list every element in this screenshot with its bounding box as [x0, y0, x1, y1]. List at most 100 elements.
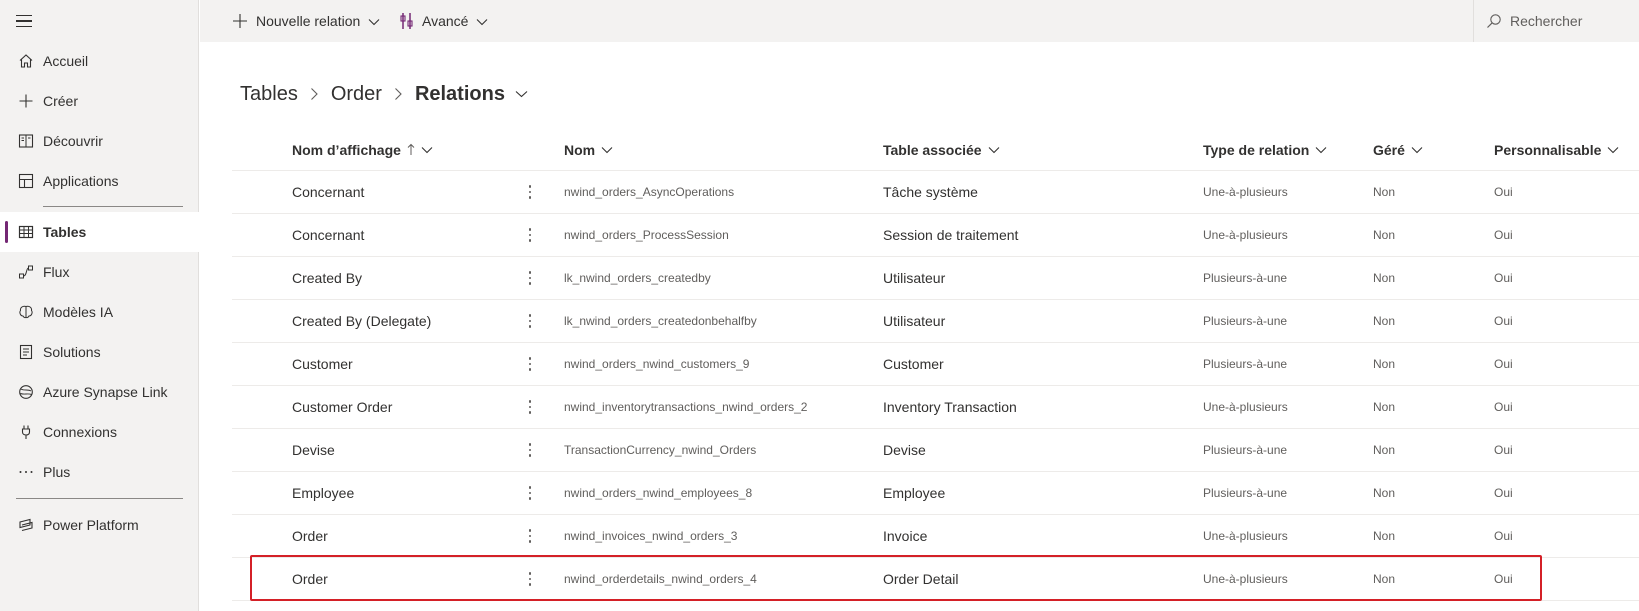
column-label: Nom — [564, 141, 596, 158]
sidebar-item-tables[interactable]: Tables — [0, 212, 199, 252]
relation-type: Une-à-plusieurs — [1203, 572, 1288, 586]
chevron-down-icon[interactable] — [515, 90, 528, 98]
hamburger-menu-icon[interactable] — [16, 12, 36, 30]
more-options-icon[interactable] — [522, 214, 538, 256]
sidebar-item-applications[interactable]: Applications — [0, 161, 199, 201]
relation-type: Plusieurs-à-une — [1203, 486, 1288, 500]
related-table: Session de traitement — [883, 227, 1019, 243]
synapse-icon — [17, 383, 35, 401]
sidebar-item-label: Accueil — [43, 53, 89, 69]
sidebar-item-modeles-ia[interactable]: Modèles IA — [0, 292, 199, 332]
search-box[interactable] — [1473, 0, 1639, 42]
column-label: Personnalisable — [1494, 141, 1602, 158]
managed-value: Non — [1373, 572, 1396, 586]
advanced-button[interactable]: Avancé — [400, 0, 488, 42]
more-options-icon[interactable] — [522, 558, 538, 600]
table-row[interactable]: Created By (Delegate) lk_nwind_orders_cr… — [232, 300, 1639, 343]
sidebar-item-label: Flux — [43, 264, 70, 280]
customizable-value: Oui — [1494, 271, 1513, 285]
column-header-customizable[interactable]: Personnalisable — [1494, 128, 1619, 171]
sidebar-item-decouvrir[interactable]: Découvrir — [0, 121, 199, 161]
relations-table: Nom d’affichage Nom Table associée Type … — [232, 128, 1639, 601]
table-row[interactable]: Order nwind_invoices_nwind_orders_3 Invo… — [232, 515, 1639, 558]
column-header-display-name[interactable]: Nom d’affichage — [292, 128, 433, 171]
chevron-down-icon — [601, 146, 613, 154]
relation-name: TransactionCurrency_nwind_Orders — [564, 443, 757, 457]
sidebar-item-label: Modèles IA — [43, 304, 114, 320]
more-options-icon[interactable] — [522, 171, 538, 213]
sidebar-item-solutions[interactable]: Solutions — [0, 332, 199, 372]
column-label: Nom d’affichage — [292, 141, 401, 158]
more-options-icon[interactable] — [522, 257, 538, 299]
related-table: Devise — [883, 442, 926, 458]
breadcrumb-current[interactable]: Relations — [415, 83, 505, 106]
flow-icon — [17, 263, 35, 281]
sidebar-item-label: Tables — [43, 224, 87, 240]
column-header-related-table[interactable]: Table associée — [883, 128, 1000, 171]
table-row[interactable]: Devise TransactionCurrency_nwind_Orders … — [232, 429, 1639, 472]
column-header-name[interactable]: Nom — [564, 128, 613, 171]
display-name-link[interactable]: Employee — [292, 472, 354, 514]
sidebar-item-label: Applications — [43, 173, 119, 189]
sidebar-item-plus[interactable]: Plus — [0, 452, 199, 492]
search-icon — [1486, 13, 1502, 29]
more-options-icon[interactable] — [522, 472, 538, 514]
display-name-link[interactable]: Customer — [292, 343, 353, 385]
more-options-icon[interactable] — [522, 515, 538, 557]
table-row[interactable]: Order nwind_orderdetails_nwind_orders_4 … — [232, 558, 1639, 601]
sidebar-item-connexions[interactable]: Connexions — [0, 412, 199, 452]
new-relation-button[interactable]: Nouvelle relation — [232, 0, 380, 42]
display-name-link[interactable]: Concernant — [292, 214, 364, 256]
related-table: Utilisateur — [883, 270, 946, 286]
table-row[interactable]: Customer Order nwind_inventorytransactio… — [232, 386, 1639, 429]
managed-value: Non — [1373, 400, 1396, 414]
nav-divider — [43, 206, 183, 207]
breadcrumb-tables[interactable]: Tables — [240, 83, 298, 106]
display-name-link[interactable]: Customer Order — [292, 386, 392, 428]
breadcrumb: Tables Order Relations — [240, 80, 528, 108]
tools-icon — [400, 12, 414, 30]
more-options-icon[interactable] — [522, 386, 538, 428]
managed-value: Non — [1373, 486, 1396, 500]
table-row[interactable]: Created By lk_nwind_orders_createdby Uti… — [232, 257, 1639, 300]
more-options-icon[interactable] — [522, 300, 538, 342]
sidebar-item-power-platform[interactable]: Power Platform — [0, 505, 199, 545]
relation-name: lk_nwind_orders_createdby — [564, 271, 711, 285]
table-row[interactable]: Customer nwind_orders_nwind_customers_9 … — [232, 343, 1639, 386]
related-table: Customer — [883, 356, 944, 372]
sidebar-item-flux[interactable]: Flux — [0, 252, 199, 292]
chevron-right-icon — [310, 87, 319, 101]
table-row[interactable]: Employee nwind_orders_nwind_employees_8 … — [232, 472, 1639, 515]
column-label: Type de relation — [1203, 141, 1310, 158]
relation-type: Plusieurs-à-une — [1203, 357, 1288, 371]
sidebar-item-accueil[interactable]: Accueil — [0, 41, 199, 81]
sidebar-item-azure-synapse-link[interactable]: Azure Synapse Link — [0, 372, 199, 412]
display-name-link[interactable]: Created By — [292, 257, 362, 299]
table-header: Nom d’affichage Nom Table associée Type … — [232, 128, 1639, 171]
managed-value: Non — [1373, 228, 1396, 242]
sidebar-item-creer[interactable]: Créer — [0, 81, 199, 121]
display-name-link[interactable]: Created By (Delegate) — [292, 300, 431, 342]
table-body: Concernant nwind_orders_AsyncOperations … — [232, 171, 1639, 601]
display-name-link[interactable]: Concernant — [292, 171, 364, 213]
home-icon — [17, 52, 35, 70]
customizable-value: Oui — [1494, 572, 1513, 586]
display-name-link[interactable]: Order — [292, 558, 328, 600]
more-options-icon[interactable] — [522, 343, 538, 385]
display-name-link[interactable]: Order — [292, 515, 328, 557]
search-input[interactable] — [1510, 13, 1630, 29]
column-header-managed[interactable]: Géré — [1373, 128, 1423, 171]
advanced-label: Avancé — [422, 13, 469, 29]
table-row[interactable]: Concernant nwind_orders_AsyncOperations … — [232, 171, 1639, 214]
managed-value: Non — [1373, 271, 1396, 285]
command-bar: Nouvelle relation Avancé — [200, 0, 1639, 42]
more-options-icon[interactable] — [522, 429, 538, 471]
power-platform-icon — [17, 516, 35, 534]
book-icon — [17, 132, 35, 150]
breadcrumb-order[interactable]: Order — [331, 83, 382, 106]
plus-icon — [232, 13, 248, 29]
table-row[interactable]: Concernant nwind_orders_ProcessSession S… — [232, 214, 1639, 257]
display-name-link[interactable]: Devise — [292, 429, 335, 471]
column-header-relation-type[interactable]: Type de relation — [1203, 128, 1327, 171]
related-table: Tâche système — [883, 184, 978, 200]
